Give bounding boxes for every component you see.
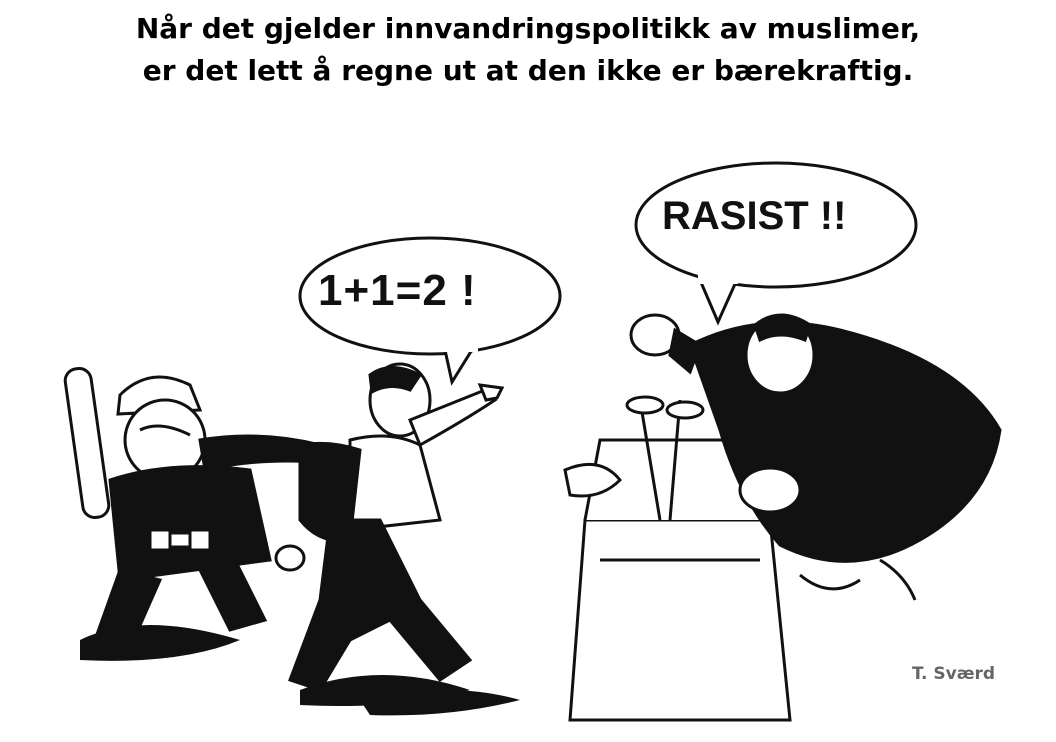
speech-text-politician: RASIST !! — [662, 194, 847, 238]
artist-signature: T. Sværd — [912, 664, 996, 684]
policeman-figure — [63, 366, 322, 650]
speech-text-man: 1+1=2 ! — [318, 266, 477, 315]
man-figure — [274, 362, 505, 692]
speech-bubble-politician — [634, 161, 918, 326]
cartoon-illustration — [63, 161, 1002, 722]
